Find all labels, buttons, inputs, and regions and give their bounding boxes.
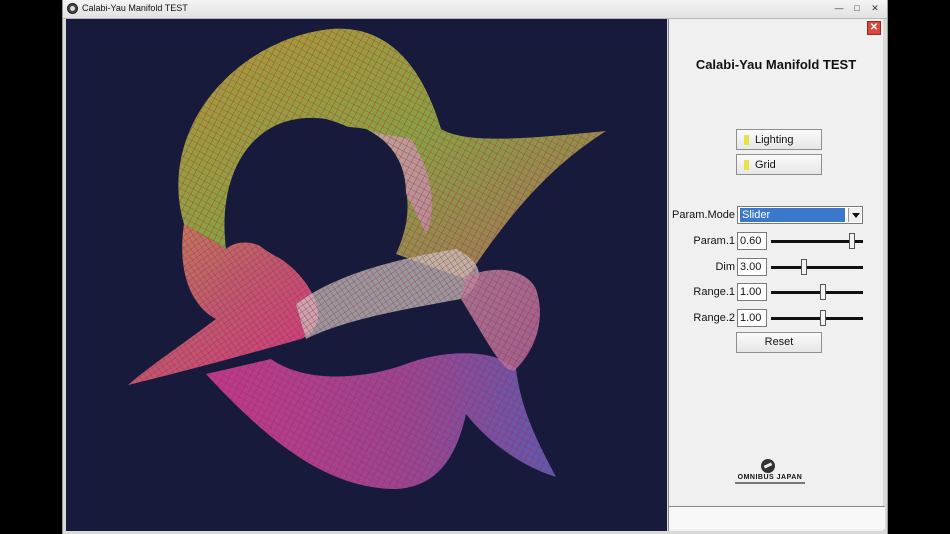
app-window: Calabi-Yau Manifold TEST — □ ✕ ✕ Calabi-… (62, 0, 888, 534)
slider-thumb[interactable] (801, 259, 808, 275)
minimize-button[interactable]: — (831, 2, 847, 15)
grid-indicator-icon (744, 160, 749, 170)
param1-slider[interactable] (771, 232, 863, 250)
slider-track (771, 266, 863, 269)
range2-slider[interactable] (771, 309, 863, 327)
lighting-label: Lighting (755, 134, 794, 146)
window-title: Calabi-Yau Manifold TEST (82, 3, 188, 13)
param-mode-label: Param.Mode (672, 209, 735, 221)
dim-input[interactable]: 3.00 (737, 258, 767, 276)
grid-toggle-button[interactable]: Grid (736, 154, 822, 175)
param1-input[interactable]: 0.60 (737, 232, 767, 250)
dim-label: Dim (715, 261, 735, 273)
globe-icon (761, 459, 775, 473)
render-viewport[interactable] (66, 19, 667, 531)
slider-track (771, 317, 863, 320)
status-bar (669, 506, 885, 529)
maximize-button[interactable]: □ (849, 2, 865, 15)
logo-name: OMNIBUS JAPAN (737, 474, 803, 481)
manifold-render (128, 28, 606, 489)
omnibus-japan-logo: OMNIBUS JAPAN (735, 459, 805, 487)
slider-track (771, 291, 863, 294)
lighting-toggle-button[interactable]: Lighting (736, 129, 822, 150)
param-mode-value: Slider (740, 208, 845, 222)
dropdown-arrow-icon[interactable] (848, 208, 861, 222)
control-panel: ✕ Calabi-Yau Manifold TEST Lighting Grid… (668, 19, 885, 531)
slider-thumb[interactable] (819, 310, 826, 326)
range2-label: Range.2 (693, 312, 735, 324)
surface-inner-hole-2 (321, 324, 411, 360)
lighting-indicator-icon (744, 135, 749, 145)
range1-label: Range.1 (693, 286, 735, 298)
title-bar[interactable]: Calabi-Yau Manifold TEST — □ ✕ (63, 0, 887, 19)
param-mode-select[interactable]: Slider (737, 206, 863, 224)
range1-slider[interactable] (771, 283, 863, 301)
close-window-button[interactable]: ✕ (867, 2, 883, 15)
grid-label: Grid (755, 159, 776, 171)
surface-bottom-mesh (206, 353, 556, 489)
reset-button[interactable]: Reset (736, 332, 822, 353)
window-controls: — □ ✕ (831, 2, 883, 15)
surface-inner-hole (235, 126, 406, 268)
slider-thumb[interactable] (819, 284, 826, 300)
logo-underline (735, 482, 805, 484)
dim-slider[interactable] (771, 258, 863, 276)
range2-input[interactable]: 1.00 (737, 309, 767, 327)
slider-thumb[interactable] (848, 233, 855, 249)
range1-input[interactable]: 1.00 (737, 283, 767, 301)
app-icon[interactable] (67, 3, 78, 14)
param1-label: Param.1 (693, 235, 735, 247)
panel-title: Calabi-Yau Manifold TEST (695, 57, 857, 72)
close-icon[interactable]: ✕ (867, 21, 881, 35)
